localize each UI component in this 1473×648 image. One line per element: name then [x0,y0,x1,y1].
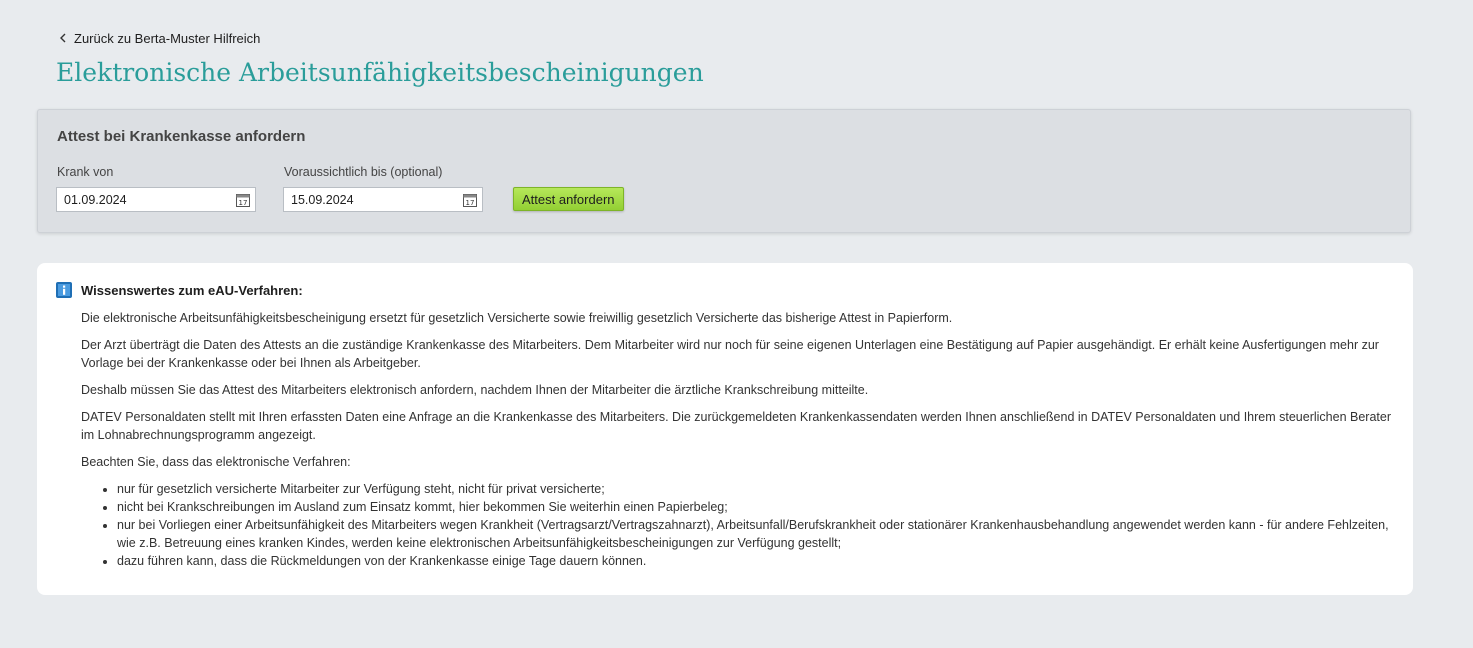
calendar-icon[interactable]: 17 [236,193,250,207]
info-bullet-list: nur für gesetzlich versicherte Mitarbeit… [81,480,1393,570]
page-title: Elektronische Arbeitsunfähigkeitsbeschei… [56,58,704,87]
chevron-left-icon [56,31,70,45]
info-paragraph: Der Arzt überträgt die Daten des Attests… [81,338,1379,370]
sick-from-input[interactable] [57,188,224,211]
back-link-label: Zurück zu Berta-Muster Hilfreich [74,30,261,46]
info-paragraph: Die elektronische Arbeitsunfähigkeitsbes… [81,311,953,325]
info-icon [56,282,72,298]
request-attest-button[interactable]: Attest anfordern [513,187,624,211]
list-item: nicht bei Krankschreibungen im Ausland z… [117,498,1393,516]
list-item: nur für gesetzlich versicherte Mitarbeit… [117,480,1393,498]
info-body: Die elektronische Arbeitsunfähigkeitsbes… [81,309,1393,570]
svg-text:17: 17 [239,199,248,207]
back-link[interactable]: Zurück zu Berta-Muster Hilfreich [56,30,260,46]
expected-until-input[interactable] [284,188,451,211]
panel-title: Attest bei Krankenkasse anfordern [57,128,306,145]
attest-request-panel: Attest bei Krankenkasse anfordern Krank … [37,109,1411,233]
sick-from-label: Krank von [57,165,114,179]
info-paragraph: Deshalb müssen Sie das Attest des Mitarb… [81,383,869,397]
info-card: Wissenswertes zum eAU-Verfahren: Die ele… [37,263,1413,595]
info-paragraph: Beachten Sie, dass das elektronische Ver… [81,455,351,469]
expected-until-label: Voraussichtlich bis (optional) [284,165,443,179]
expected-until-field: 17 [283,187,483,212]
sick-from-field: 17 [56,187,256,212]
svg-text:17: 17 [466,199,475,207]
info-paragraph: DATEV Personaldaten stellt mit Ihren erf… [81,410,1391,442]
info-heading: Wissenswertes zum eAU-Verfahren: [81,283,303,298]
list-item: nur bei Vorliegen einer Arbeitsunfähigke… [117,516,1393,552]
list-item: dazu führen kann, dass die Rückmeldungen… [117,552,1393,570]
calendar-icon[interactable]: 17 [463,193,477,207]
